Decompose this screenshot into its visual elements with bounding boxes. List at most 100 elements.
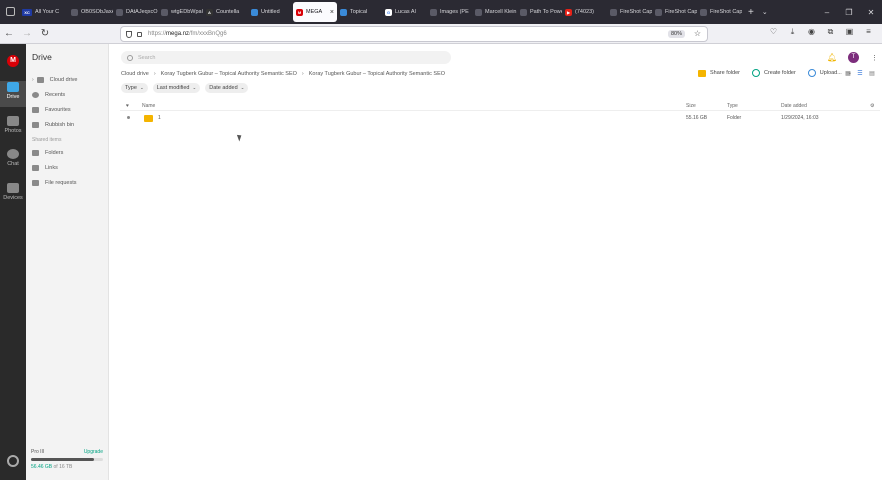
more-options-icon[interactable]: ⋮ [871,54,878,62]
close-tab-icon[interactable]: × [330,9,334,16]
tab-label: FireShot Capture [620,9,652,15]
settings-icon[interactable] [7,455,19,467]
table-row[interactable]: 1 55.16 GB Folder 1/29/2024, 16:03 [120,113,880,125]
tab-label: MEGA [306,9,323,15]
lock-icon[interactable] [137,31,142,37]
reload-icon[interactable]: ↻ [36,28,54,39]
sidebar-item-links[interactable]: Links [32,162,58,174]
tab-label: wtgEDbWpaC [171,9,203,15]
extension-icon[interactable]: ▣ [840,27,859,37]
shared-folder-icon [32,150,39,156]
url-host: mega.nz [166,31,190,37]
breadcrumb-item[interactable]: Cloud drive [121,71,149,77]
sidebar-item-folders[interactable]: Folders [32,147,63,159]
browser-tab[interactable]: Untitled [248,2,293,22]
back-arrow-icon[interactable]: ← [0,28,18,39]
avatar[interactable]: T [848,52,859,63]
sidebar-item-cloud-drive[interactable]: › Cloud drive [32,74,78,86]
filter-date-added[interactable]: Date added ⌄ [205,83,249,93]
column-date-added[interactable]: Date added [781,103,807,109]
browser-tab[interactable]: wtgEDbWpaC [158,2,203,22]
browser-tab[interactable]: Images (PE [427,2,472,22]
filter-last-modified[interactable]: Last modified ⌄ [152,83,201,93]
sidebar-item-file-requests[interactable]: File requests [32,177,77,189]
filter-label: Last modified [156,85,190,91]
upgrade-link[interactable]: Upgrade [84,449,103,455]
search-input[interactable]: Search [121,51,451,64]
tab-favicon-icon [161,8,168,16]
bookmark-star-icon[interactable]: ☆ [694,29,701,38]
sidebar-item-favourites[interactable]: Favourites [32,104,71,116]
tab-label: Untitled [261,9,280,15]
list-view-icon[interactable]: ☰ [854,70,866,77]
browser-tab[interactable]: Path To Power [517,2,562,22]
close-window-icon[interactable]: ✕ [860,8,882,17]
link-icon [32,165,39,171]
browser-tab[interactable]: A Countella [203,2,248,22]
heart-icon [32,107,39,113]
tab-label: OB0SObJaxA [81,9,113,15]
breadcrumb-item[interactable]: Koray Tugberk Gubur – Topical Authority … [309,71,445,77]
browser-tab[interactable]: OB0SObJaxA [68,2,113,22]
restore-icon[interactable]: ❐ [838,8,860,17]
browser-tab[interactable]: FireShot Capture [697,2,742,22]
drive-sidebar: Drive › Cloud drive Recents Favourites R… [26,44,109,480]
column-name[interactable]: Name [142,103,155,109]
notification-bell-icon[interactable]: 🔔︎ [827,53,837,62]
upload-icon [807,69,816,77]
shield-icon[interactable] [126,30,132,38]
favourite-column-icon[interactable]: ♥ [126,103,129,109]
storage-used: 56.46 GB [31,464,53,470]
address-bar[interactable]: https://mega.nz/fm/xxxBnQg6 80% ☆ [120,26,708,42]
mega-logo[interactable]: M [7,55,19,67]
rail-item-chat[interactable]: Chat [0,148,26,174]
sidebar-item-rubbish-bin[interactable]: Rubbish bin [32,119,74,131]
column-settings-icon[interactable]: ⚙ [870,103,874,109]
breadcrumb-item[interactable]: Koray Tugberk Gubur – Topical Authority … [161,71,297,77]
sidebar-item-recents[interactable]: Recents [32,89,65,101]
tab-label: FireShot Capture [710,9,742,15]
tab-favicon-icon [520,8,527,16]
rail-item-devices[interactable]: Devices [0,182,26,208]
tab-favicon-icon [340,8,347,16]
browser-tab[interactable]: Topical [337,2,382,22]
tab-favicon-icon [430,8,437,16]
create-folder-button[interactable]: Create folder [751,69,796,77]
info-panel-icon[interactable]: ▤ [866,70,878,77]
tab-overview-icon[interactable] [6,7,15,16]
extensions-icon[interactable]: ⧉ [821,27,840,37]
share-folder-button[interactable]: Share folder [698,69,740,77]
browser-tab[interactable]: Marcell Klein [472,2,517,22]
menu-icon[interactable]: ≡ [859,27,878,37]
share-folder-icon [698,69,707,77]
browser-tab[interactable]: ▶ (74023) [562,2,607,22]
browser-tab[interactable]: G Lucas Al [382,2,427,22]
url-path: /fm/xxxBnQg6 [189,31,227,37]
tab-label: Path To Power [530,9,562,15]
rail-item-drive[interactable]: Drive [0,81,26,107]
zoom-level[interactable]: 80% [667,30,685,38]
browser-tab[interactable]: FireShot Capture [652,2,697,22]
pocket-icon[interactable]: ♡ [764,27,783,37]
chevron-right-icon[interactable]: › [32,77,34,83]
tab-favicon-icon [71,8,78,16]
account-icon[interactable]: ◉ [802,27,821,37]
browser-tab[interactable]: FireShot Capture [607,2,652,22]
new-tab-button[interactable]: + [748,7,754,18]
column-size[interactable]: Size [686,103,696,109]
downloads-icon[interactable]: ⤓ [783,27,802,37]
minimize-icon[interactable]: – [816,8,838,17]
row-size: 55.16 GB [686,115,708,121]
tab-list-chevron-icon[interactable]: ⌄ [762,8,768,16]
rail-item-photos[interactable]: Photos [0,115,26,141]
forward-arrow-icon[interactable]: → [18,28,36,39]
grid-view-icon[interactable]: ▦ [842,70,854,77]
sidebar-title: Drive [32,52,52,62]
row-name: 1 [158,115,161,121]
browser-tab[interactable]: M MEGA × [293,2,337,22]
filter-type[interactable]: Type ⌄ [121,83,148,93]
rail-item-label: Photos [4,128,22,134]
browser-tab[interactable]: DAtAJeqxcO [113,2,158,22]
column-type[interactable]: Type [727,103,738,109]
cloud-icon [36,77,44,83]
